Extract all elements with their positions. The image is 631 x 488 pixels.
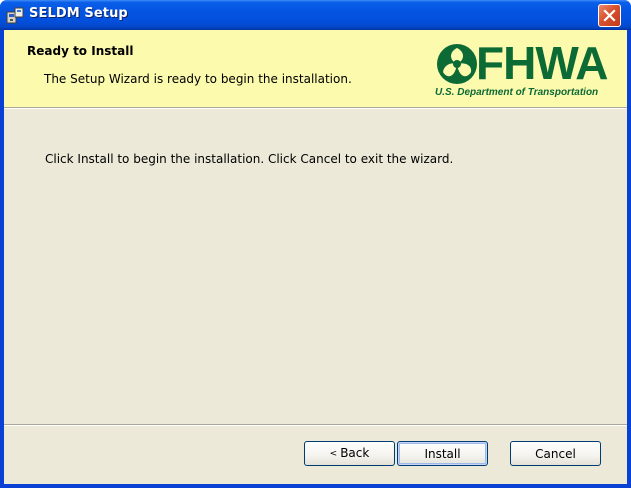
setup-window: SELDM Setup Ready to Install The Setup W… [0, 0, 631, 488]
fhwa-logo: FHWA U.S. Department of Transportation [433, 37, 627, 103]
page-description: The Setup Wizard is ready to begin the i… [44, 72, 352, 86]
setup-installer-icon [6, 7, 24, 24]
close-button[interactable] [598, 4, 621, 27]
install-button[interactable]: Install [397, 441, 488, 466]
back-button[interactable]: < Back [304, 441, 395, 466]
close-icon [603, 9, 616, 22]
logo-subtext: U.S. Department of Transportation [435, 87, 599, 98]
cancel-button[interactable]: Cancel [510, 441, 601, 466]
header-divider [4, 107, 627, 109]
page-title: Ready to Install [27, 44, 134, 58]
window-title: SELDM Setup [29, 6, 128, 21]
cancel-button-label: Cancel [535, 446, 576, 461]
title-bar[interactable]: SELDM Setup [0, 0, 631, 30]
dialog-body: Ready to Install The Setup Wizard is rea… [4, 30, 627, 484]
footer-divider [4, 424, 627, 426]
header-banner: Ready to Install The Setup Wizard is rea… [4, 30, 627, 107]
install-button-label: Install [424, 446, 461, 461]
back-arrow-icon: < [329, 449, 338, 459]
logo-text: FHWA [476, 37, 608, 89]
back-button-label: Back [340, 446, 370, 460]
instructions-text: Click Install to begin the installation.… [45, 152, 454, 166]
fhwa-logo-icon [437, 44, 477, 84]
